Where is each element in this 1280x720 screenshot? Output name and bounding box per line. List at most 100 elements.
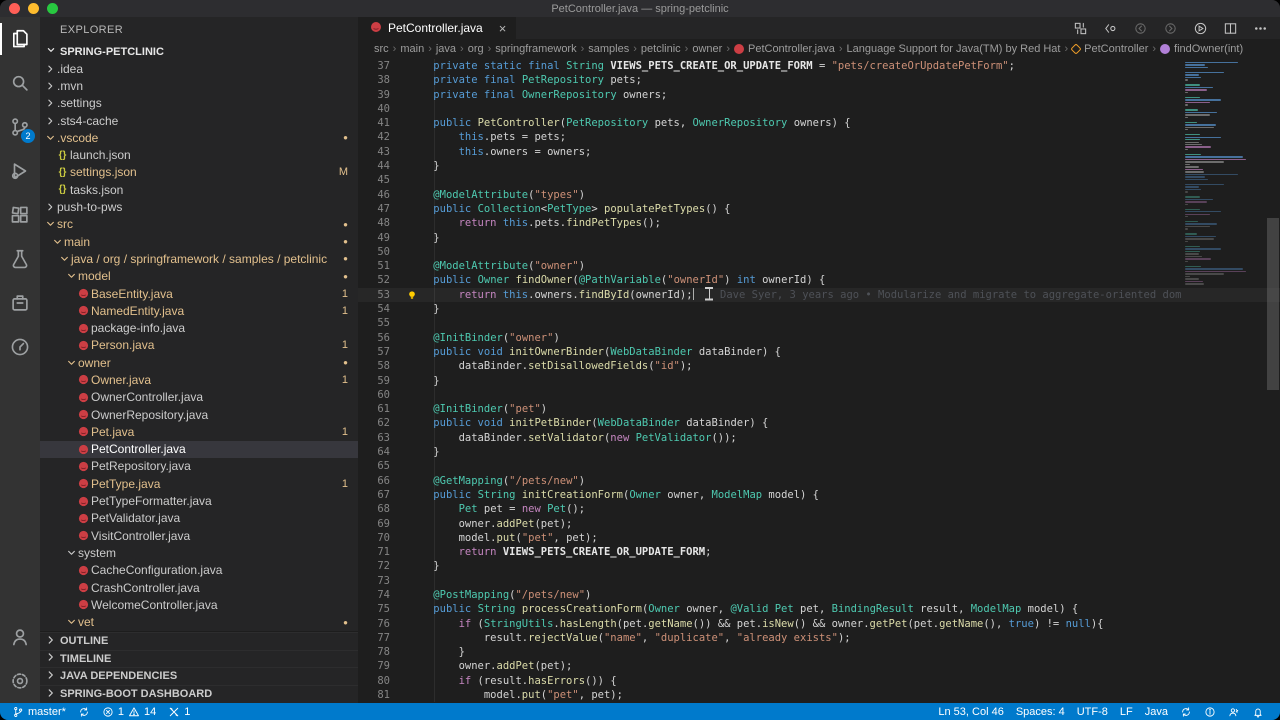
code-line-60[interactable]: 60 bbox=[358, 388, 1280, 402]
tree-item-model[interactable]: model● bbox=[40, 268, 358, 285]
status-encoding[interactable]: UTF-8 bbox=[1071, 706, 1114, 718]
close-window-button[interactable] bbox=[9, 3, 20, 14]
accounts-icon[interactable] bbox=[0, 615, 40, 659]
code-line-61[interactable]: 61 @InitBinder("pet") bbox=[358, 402, 1280, 416]
split-editor-icon[interactable] bbox=[1223, 21, 1238, 36]
code-line-62[interactable]: 62 public void initPetBinder(WebDataBind… bbox=[358, 416, 1280, 430]
code-line-46[interactable]: 46 @ModelAttribute("types") bbox=[358, 188, 1280, 202]
status-cursor-position[interactable]: Ln 53, Col 46 bbox=[932, 706, 1009, 718]
minimize-window-button[interactable] bbox=[28, 3, 39, 14]
extensions-icon[interactable] bbox=[0, 193, 40, 237]
tree-item--idea[interactable]: .idea bbox=[40, 60, 358, 77]
code-line-72[interactable]: 72 } bbox=[358, 559, 1280, 573]
tree-item-petcontroller-java[interactable]: PetController.java bbox=[40, 441, 358, 458]
code-line-68[interactable]: 68 Pet pet = new Pet(); bbox=[358, 502, 1280, 516]
tree-item-push-to-pws[interactable]: push-to-pws bbox=[40, 198, 358, 215]
tree-item-visitcontroller-java[interactable]: VisitController.java bbox=[40, 527, 358, 544]
code-line-40[interactable]: 40 bbox=[358, 102, 1280, 116]
tree-item-launch-json[interactable]: {}launch.json bbox=[40, 146, 358, 163]
tree-item-main[interactable]: main● bbox=[40, 233, 358, 250]
status-feedback[interactable] bbox=[1222, 706, 1246, 718]
status-indentation[interactable]: Spaces: 4 bbox=[1010, 706, 1071, 718]
code-line-57[interactable]: 57 public void initOwnerBinder(WebDataBi… bbox=[358, 345, 1280, 359]
breadcrumb-item[interactable]: findOwner(int) bbox=[1160, 43, 1243, 55]
code-line-77[interactable]: 77 result.rejectValue("name", "duplicate… bbox=[358, 631, 1280, 645]
tree-item-owner[interactable]: owner● bbox=[40, 354, 358, 371]
section-timeline[interactable]: TIMELINE bbox=[40, 650, 358, 668]
explorer-icon[interactable] bbox=[0, 17, 40, 61]
code-line-54[interactable]: 54 } bbox=[358, 302, 1280, 316]
editor-scrollbar-thumb[interactable] bbox=[1267, 218, 1279, 390]
code-line-63[interactable]: 63 dataBinder.setValidator(new PetValida… bbox=[358, 431, 1280, 445]
run-debug-icon[interactable] bbox=[0, 149, 40, 193]
status-tools[interactable]: 1 bbox=[162, 706, 196, 718]
minimap[interactable] bbox=[1185, 59, 1262, 286]
code-line-64[interactable]: 64 } bbox=[358, 445, 1280, 459]
tree-item-cacheconfiguration-java[interactable]: CacheConfiguration.java bbox=[40, 562, 358, 579]
open-changes-icon[interactable] bbox=[1103, 21, 1118, 36]
status-git-branch[interactable]: master* bbox=[6, 706, 72, 718]
code-line-50[interactable]: 50 bbox=[358, 245, 1280, 259]
code-line-52[interactable]: 52 public Owner findOwner(@PathVariable(… bbox=[358, 273, 1280, 287]
maximize-window-button[interactable] bbox=[47, 3, 58, 14]
more-actions-icon[interactable] bbox=[1253, 21, 1268, 36]
run-icon[interactable] bbox=[1193, 21, 1208, 36]
code-line-74[interactable]: 74 @PostMapping("/pets/new") bbox=[358, 588, 1280, 602]
tree-item-java-org-springframework-samples-petclinic[interactable]: java / org / springframework / samples /… bbox=[40, 250, 358, 267]
source-control-icon[interactable]: 2 bbox=[0, 105, 40, 149]
status-notifications[interactable] bbox=[1246, 706, 1270, 718]
code-line-79[interactable]: 79 owner.addPet(pet); bbox=[358, 659, 1280, 673]
tree-item-petvalidator-java[interactable]: PetValidator.java bbox=[40, 510, 358, 527]
code-line-76[interactable]: 76 if (StringUtils.hasLength(pet.getName… bbox=[358, 617, 1280, 631]
tree-item-baseentity-java[interactable]: BaseEntity.java1 bbox=[40, 285, 358, 302]
tree-item-namedentity-java[interactable]: NamedEntity.java1 bbox=[40, 302, 358, 319]
code-line-56[interactable]: 56 @InitBinder("owner") bbox=[358, 331, 1280, 345]
breadcrumb-item[interactable]: PetController.java bbox=[734, 43, 835, 55]
code-line-69[interactable]: 69 owner.addPet(pet); bbox=[358, 517, 1280, 531]
tree-item-settings-json[interactable]: {}settings.jsonM bbox=[40, 164, 358, 181]
tree-item--mvn[interactable]: .mvn bbox=[40, 77, 358, 94]
tree-item-src[interactable]: src● bbox=[40, 216, 358, 233]
code-line-81[interactable]: 81 model.put("pet", pet); bbox=[358, 688, 1280, 702]
code-line-73[interactable]: 73 bbox=[358, 574, 1280, 588]
settings-icon[interactable] bbox=[0, 659, 40, 703]
status-problems[interactable]: 114 bbox=[96, 706, 162, 718]
testing-icon[interactable] bbox=[0, 237, 40, 281]
tree-item-pettypeformatter-java[interactable]: PetTypeFormatter.java bbox=[40, 492, 358, 509]
code-line-53[interactable]: 53 return this.owners.findById(ownerId);… bbox=[358, 288, 1280, 302]
code-line-58[interactable]: 58 dataBinder.setDisallowedFields("id"); bbox=[358, 359, 1280, 373]
section-spring-boot-dashboard[interactable]: SPRING-BOOT DASHBOARD bbox=[40, 685, 358, 703]
next-change-icon[interactable] bbox=[1163, 21, 1178, 36]
status-java-sync[interactable] bbox=[1174, 706, 1198, 718]
code-line-45[interactable]: 45 bbox=[358, 173, 1280, 187]
status-language-mode[interactable]: Java bbox=[1139, 706, 1174, 718]
project-section-header[interactable]: SPRING-PETCLINIC bbox=[40, 43, 358, 60]
code-line-59[interactable]: 59 } bbox=[358, 374, 1280, 388]
spring-boot-dashboard-icon[interactable] bbox=[0, 281, 40, 325]
status-eol[interactable]: LF bbox=[1114, 706, 1139, 718]
status-java-status[interactable] bbox=[1198, 706, 1222, 718]
code-line-65[interactable]: 65 bbox=[358, 459, 1280, 473]
breadcrumb-item[interactable]: PetController bbox=[1072, 43, 1148, 55]
code-line-47[interactable]: 47 public Collection<PetType> populatePe… bbox=[358, 202, 1280, 216]
previous-change-icon[interactable] bbox=[1133, 21, 1148, 36]
breadcrumb-item[interactable]: Language Support for Java(TM) by Red Hat bbox=[846, 43, 1060, 55]
section-outline[interactable]: OUTLINE bbox=[40, 632, 358, 650]
tree-item-tasks-json[interactable]: {}tasks.json bbox=[40, 181, 358, 198]
breadcrumb-item[interactable]: org bbox=[468, 43, 484, 55]
breadcrumb-item[interactable]: springframework bbox=[495, 43, 576, 55]
tree-item-petrepository-java[interactable]: PetRepository.java bbox=[40, 458, 358, 475]
close-tab-icon[interactable]: × bbox=[499, 21, 507, 36]
code-line-48[interactable]: 48 return this.pets.findPetTypes(); bbox=[358, 216, 1280, 230]
code-line-80[interactable]: 80 if (result.hasErrors()) { bbox=[358, 674, 1280, 688]
tree-item--sts4-cache[interactable]: .sts4-cache bbox=[40, 112, 358, 129]
tree-item-system[interactable]: system bbox=[40, 544, 358, 561]
code-line-49[interactable]: 49 } bbox=[358, 231, 1280, 245]
breadcrumb-item[interactable]: samples bbox=[588, 43, 629, 55]
breadcrumb-item[interactable]: src bbox=[374, 43, 389, 55]
breadcrumb-item[interactable]: owner bbox=[692, 43, 722, 55]
tree-item-ownerrepository-java[interactable]: OwnerRepository.java bbox=[40, 406, 358, 423]
tree-item-ownercontroller-java[interactable]: OwnerController.java bbox=[40, 389, 358, 406]
tree-item-person-java[interactable]: Person.java1 bbox=[40, 337, 358, 354]
tree-item--settings[interactable]: .settings bbox=[40, 95, 358, 112]
